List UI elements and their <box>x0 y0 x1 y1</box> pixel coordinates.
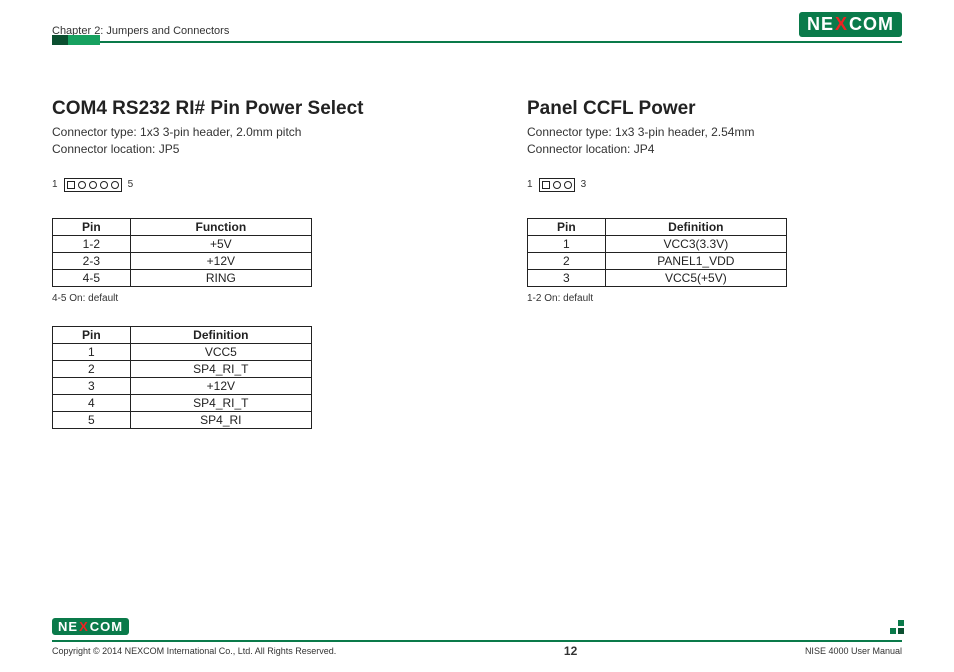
function-table: Pin Function 1-2+5V2-3+12V4-5RING <box>52 218 312 287</box>
definition-table: Pin Definition 1VCC52SP4_RI_T3+12V4SP4_R… <box>52 326 312 429</box>
manual-name: NISE 4000 User Manual <box>805 646 902 656</box>
pin-icon <box>89 181 97 189</box>
connector-type: Connector type: 1x3 3-pin header, 2.54mm <box>527 124 902 141</box>
connector-icon <box>64 178 122 192</box>
table-row: 4-5RING <box>53 269 312 286</box>
nexcom-logo: NE X COM <box>799 12 902 37</box>
pin-end-label: 5 <box>128 179 134 190</box>
page-number: 12 <box>564 644 577 658</box>
footer-corner-icon <box>890 620 904 634</box>
table-row: 3VCC5(+5V) <box>528 269 787 286</box>
page-footer: NE X COM Copyright © 2014 NEXCOM Interna… <box>52 640 902 658</box>
table-cell: 4 <box>53 394 131 411</box>
logo-text-pre: NE <box>807 14 834 35</box>
table-row: 4SP4_RI_T <box>53 394 312 411</box>
pin-start-label: 1 <box>527 179 533 190</box>
connector-icon <box>539 178 575 192</box>
table-cell: VCC3(3.3V) <box>605 235 786 252</box>
section-com4: COM4 RS232 RI# Pin Power Select Connecto… <box>52 98 427 435</box>
table-cell: 2-3 <box>53 252 131 269</box>
table-cell: PANEL1_VDD <box>605 252 786 269</box>
table-cell: RING <box>130 269 311 286</box>
pin-icon <box>111 181 119 189</box>
table-row: 2-3+12V <box>53 252 312 269</box>
table-cell: 1 <box>528 235 606 252</box>
footer-logo: NE X COM <box>52 618 129 635</box>
pin-icon <box>67 181 75 189</box>
table-cell: 1 <box>53 343 131 360</box>
section-title: Panel CCFL Power <box>527 98 902 120</box>
table-cell: +12V <box>130 377 311 394</box>
connector-diagram: 1 5 <box>52 178 427 192</box>
table-cell: 3 <box>528 269 606 286</box>
logo-text-post: COM <box>849 14 894 35</box>
definition-table: Pin Definition 1VCC3(3.3V)2PANEL1_VDD3VC… <box>527 218 787 287</box>
th-pin: Pin <box>53 218 131 235</box>
section-panel-ccfl: Panel CCFL Power Connector type: 1x3 3-p… <box>527 98 902 435</box>
th-function: Function <box>130 218 311 235</box>
connector-location: Connector location: JP5 <box>52 141 427 158</box>
table-row: 1-2+5V <box>53 235 312 252</box>
connector-diagram: 1 3 <box>527 178 902 192</box>
connector-type: Connector type: 1x3 3-pin header, 2.0mm … <box>52 124 427 141</box>
pin-end-label: 3 <box>581 179 587 190</box>
copyright: Copyright © 2014 NEXCOM International Co… <box>52 646 336 656</box>
th-pin: Pin <box>53 326 131 343</box>
pin-start-label: 1 <box>52 179 58 190</box>
table-row: 5SP4_RI <box>53 411 312 428</box>
table-cell: 1-2 <box>53 235 131 252</box>
table-note: 4-5 On: default <box>52 293 427 304</box>
logo-text-x: X <box>835 14 848 35</box>
table-cell: SP4_RI_T <box>130 394 311 411</box>
th-definition: Definition <box>605 218 786 235</box>
table-note: 1-2 On: default <box>527 293 902 304</box>
table-cell: 3 <box>53 377 131 394</box>
table-row: 2SP4_RI_T <box>53 360 312 377</box>
table-row: 2PANEL1_VDD <box>528 252 787 269</box>
table-cell: 5 <box>53 411 131 428</box>
pin-icon <box>78 181 86 189</box>
table-cell: +5V <box>130 235 311 252</box>
pin-icon <box>564 181 572 189</box>
pin-icon <box>100 181 108 189</box>
page-header: Chapter 2: Jumpers and Connectors NE X C… <box>52 12 902 43</box>
table-cell: 4-5 <box>53 269 131 286</box>
table-cell: 2 <box>528 252 606 269</box>
table-row: 1VCC5 <box>53 343 312 360</box>
header-accent <box>52 35 100 45</box>
table-cell: SP4_RI_T <box>130 360 311 377</box>
table-row: 1VCC3(3.3V) <box>528 235 787 252</box>
pin-icon <box>542 181 550 189</box>
table-row: 3+12V <box>53 377 312 394</box>
connector-location: Connector location: JP4 <box>527 141 902 158</box>
th-definition: Definition <box>130 326 311 343</box>
section-title: COM4 RS232 RI# Pin Power Select <box>52 98 427 120</box>
pin-icon <box>553 181 561 189</box>
table-cell: 2 <box>53 360 131 377</box>
table-cell: SP4_RI <box>130 411 311 428</box>
table-cell: VCC5(+5V) <box>605 269 786 286</box>
table-cell: VCC5 <box>130 343 311 360</box>
table-cell: +12V <box>130 252 311 269</box>
th-pin: Pin <box>528 218 606 235</box>
